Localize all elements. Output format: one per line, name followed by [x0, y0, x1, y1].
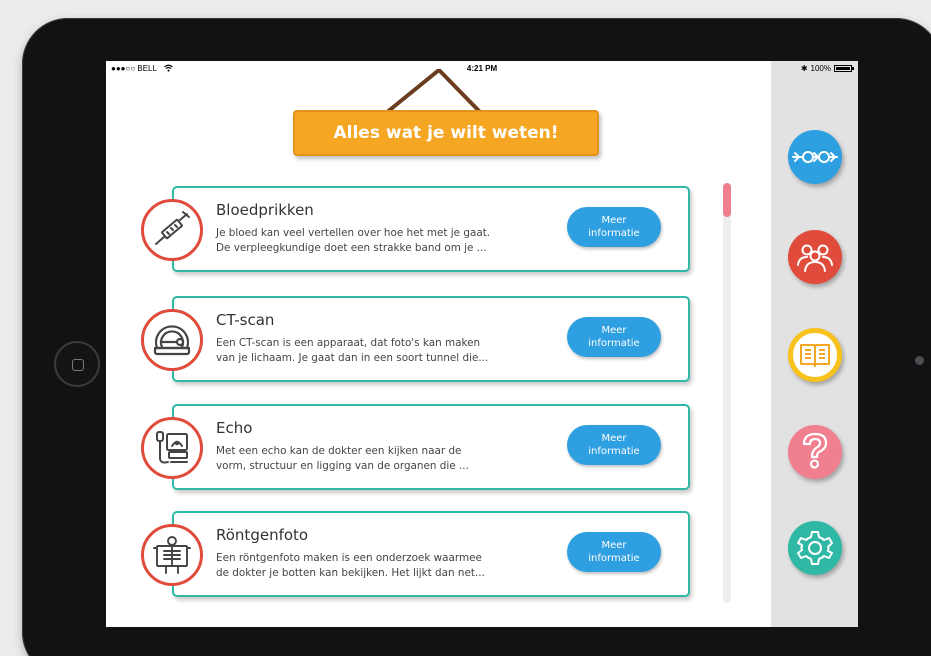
header-banner: Alles wat je wilt weten! — [286, 69, 606, 169]
settings-icon — [797, 531, 833, 565]
description-line: Een CT-scan is een apparaat, dat foto's … — [216, 337, 481, 349]
description-line: de dokter je botten kan bekijken. Het li… — [216, 567, 485, 579]
description-line: van je lichaam. Je gaat dan in een soort… — [216, 352, 489, 364]
button-label: informatie — [588, 338, 640, 349]
button-label: Meer — [601, 433, 627, 444]
sidebar-item-book[interactable] — [788, 328, 842, 382]
list-item-echo[interactable]: Echo Met een echo kan de dokter een kijk… — [141, 404, 690, 490]
scrollbar[interactable] — [723, 183, 731, 603]
button-label: Meer — [601, 540, 627, 551]
sidebar-nav — [771, 61, 858, 627]
group-icon — [797, 244, 833, 272]
status-bar: ●●●○○ BELL 4:21 PM ✱ 100% — [106, 61, 858, 79]
more-info-button[interactable]: Meer informatie — [567, 207, 661, 247]
timeline-icon — [792, 151, 838, 163]
app-screen: ●●●○○ BELL 4:21 PM ✱ 100% Alles wat je w… — [106, 61, 858, 627]
list-item-bloedprikken[interactable]: Bloedprikken Je bloed kan veel vertellen… — [141, 186, 690, 272]
item-title: CT-scan — [216, 311, 275, 329]
description-line: Een röntgenfoto maken is een onderzoek w… — [216, 552, 482, 564]
list-item-ct-scan[interactable]: CT-scan Een CT-scan is een apparaat, dat… — [141, 296, 690, 382]
banner-title: Alles wat je wilt weten! — [293, 110, 599, 156]
button-label: informatie — [588, 553, 640, 564]
button-label: Meer — [601, 215, 627, 226]
description-line: Met een echo kan de dokter een kijken na… — [216, 445, 462, 457]
description-line: De verpleegkundige doet een strakke band… — [216, 242, 487, 254]
more-info-button[interactable]: Meer informatie — [567, 425, 661, 465]
home-button[interactable] — [54, 341, 100, 387]
book-icon — [800, 344, 830, 367]
bluetooth-icon: ✱ — [800, 64, 808, 73]
item-description: Je bloed kan veel vertellen over hoe het… — [216, 226, 556, 256]
description-line: Je bloed kan veel vertellen over hoe het… — [216, 227, 491, 239]
ultrasound-icon — [141, 417, 203, 479]
sidebar-item-help[interactable] — [788, 425, 842, 479]
item-description: Een CT-scan is een apparaat, dat foto's … — [216, 336, 556, 366]
more-info-button[interactable]: Meer informatie — [567, 317, 661, 357]
battery-status: ✱ 100% — [800, 64, 854, 73]
description-line: vorm, structuur en ligging van de organe… — [216, 460, 469, 472]
item-description: Een röntgenfoto maken is een onderzoek w… — [216, 551, 556, 581]
list-item-rontgenfoto[interactable]: Röntgenfoto Een röntgenfoto maken is een… — [141, 511, 690, 597]
clock: 4:21 PM — [466, 64, 498, 73]
sidebar-item-settings[interactable] — [788, 521, 842, 575]
sidebar-item-timeline[interactable] — [788, 130, 842, 184]
item-description: Met een echo kan de dokter een kijken na… — [216, 444, 556, 474]
front-camera — [915, 356, 924, 365]
scrollbar-thumb[interactable] — [723, 183, 731, 217]
button-label: Meer — [601, 325, 627, 336]
ct-scanner-icon — [141, 309, 203, 371]
item-title: Bloedprikken — [216, 201, 314, 219]
button-label: informatie — [588, 446, 640, 457]
more-info-button[interactable]: Meer informatie — [567, 532, 661, 572]
battery-percent: 100% — [810, 64, 831, 73]
sidebar-item-group[interactable] — [788, 230, 842, 284]
button-label: informatie — [588, 228, 640, 239]
item-title: Röntgenfoto — [216, 526, 309, 544]
syringe-icon — [141, 199, 203, 261]
xray-icon — [141, 524, 203, 586]
battery-icon — [834, 65, 854, 72]
item-title: Echo — [216, 419, 253, 437]
question-icon — [802, 432, 828, 469]
